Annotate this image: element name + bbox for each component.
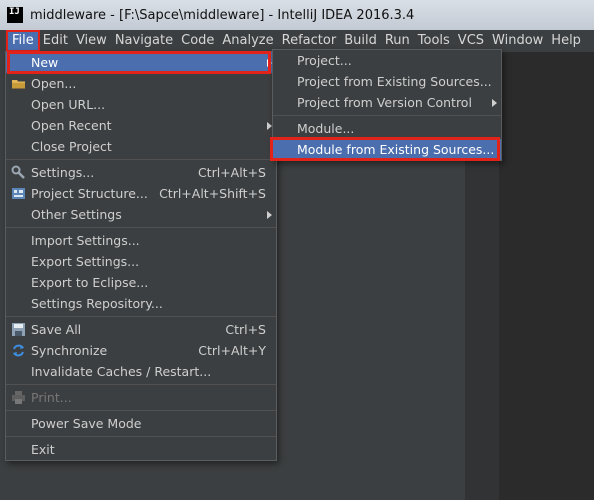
menu-item-other-settings[interactable]: Other Settings bbox=[6, 204, 276, 225]
menu-item-settings[interactable]: Settings... Ctrl+Alt+S bbox=[6, 162, 276, 183]
menu-item-other-settings-label: Other Settings bbox=[31, 207, 122, 222]
submenu-item-module[interactable]: Module... bbox=[273, 118, 501, 139]
menu-item-save-all[interactable]: Save All Ctrl+S bbox=[6, 319, 276, 340]
menu-separator bbox=[273, 115, 501, 116]
menu-separator bbox=[6, 436, 276, 437]
menu-item-import-settings-label: Import Settings... bbox=[31, 233, 140, 248]
menu-item-synchronize[interactable]: Synchronize Ctrl+Alt+Y bbox=[6, 340, 276, 361]
window-title: middleware - [F:\Sapce\middleware] - Int… bbox=[30, 7, 415, 23]
menu-item-open-url-label: Open URL... bbox=[31, 97, 106, 112]
menu-code[interactable]: Code bbox=[177, 31, 218, 51]
project-structure-icon bbox=[11, 186, 26, 201]
intellij-logo-icon: IJ bbox=[7, 7, 23, 23]
menu-item-print-label: Print... bbox=[31, 390, 72, 405]
menu-item-settings-label: Settings... bbox=[31, 165, 95, 180]
editor-area[interactable] bbox=[499, 52, 594, 500]
menu-item-project-structure[interactable]: Project Structure... Ctrl+Alt+Shift+S bbox=[6, 183, 276, 204]
menu-window[interactable]: Window bbox=[488, 31, 547, 51]
menu-refactor[interactable]: Refactor bbox=[278, 31, 341, 51]
menu-item-exit-label: Exit bbox=[31, 442, 55, 457]
shortcut-label: Ctrl+Alt+S bbox=[197, 165, 266, 180]
menu-item-save-all-label: Save All bbox=[31, 322, 82, 337]
menu-run[interactable]: Run bbox=[381, 31, 414, 51]
menu-item-close-project[interactable]: Close Project bbox=[6, 136, 276, 157]
menu-separator bbox=[6, 227, 276, 228]
save-icon bbox=[11, 322, 26, 337]
submenu-item-module-existing[interactable]: Module from Existing Sources... bbox=[273, 139, 501, 160]
menu-item-export-eclipse-label: Export to Eclipse... bbox=[31, 275, 149, 290]
menu-item-open-recent-label: Open Recent bbox=[31, 118, 112, 133]
menu-build[interactable]: Build bbox=[340, 31, 381, 51]
title-bar: IJ middleware - [F:\Sapce\middleware] - … bbox=[0, 0, 594, 31]
menu-file[interactable]: File bbox=[6, 30, 40, 52]
new-submenu: Project... Project from Existing Sources… bbox=[272, 49, 502, 161]
menu-item-settings-repository[interactable]: Settings Repository... bbox=[6, 293, 276, 314]
menu-separator bbox=[6, 159, 276, 160]
submenu-item-project-vcs[interactable]: Project from Version Control bbox=[273, 92, 501, 113]
menu-item-power-save-mode[interactable]: Power Save Mode bbox=[6, 413, 276, 434]
menu-item-exit[interactable]: Exit bbox=[6, 439, 276, 460]
menu-help[interactable]: Help bbox=[547, 31, 585, 51]
menu-item-synchronize-label: Synchronize bbox=[31, 343, 108, 358]
sync-icon bbox=[11, 343, 26, 358]
shortcut-label: Ctrl+S bbox=[225, 322, 266, 337]
menu-view[interactable]: View bbox=[72, 31, 111, 51]
menu-item-open-recent[interactable]: Open Recent bbox=[6, 115, 276, 136]
submenu-arrow-icon bbox=[267, 211, 272, 219]
file-menu: New Open... Open URL... Open Recent Clos… bbox=[5, 51, 277, 461]
submenu-item-project-label: Project... bbox=[297, 53, 352, 68]
menu-tools[interactable]: Tools bbox=[414, 31, 454, 51]
menu-item-new[interactable]: New bbox=[6, 52, 276, 73]
submenu-item-project-existing[interactable]: Project from Existing Sources... bbox=[273, 71, 501, 92]
submenu-item-module-existing-label: Module from Existing Sources... bbox=[297, 142, 495, 157]
menu-item-open-label: Open... bbox=[31, 76, 77, 91]
submenu-item-project-vcs-label: Project from Version Control bbox=[297, 95, 472, 110]
menu-item-export-eclipse[interactable]: Export to Eclipse... bbox=[6, 272, 276, 293]
submenu-item-project-existing-label: Project from Existing Sources... bbox=[297, 74, 492, 89]
menu-item-new-label: New bbox=[31, 55, 59, 70]
printer-icon bbox=[11, 390, 26, 405]
menu-item-open-url[interactable]: Open URL... bbox=[6, 94, 276, 115]
menu-item-import-settings[interactable]: Import Settings... bbox=[6, 230, 276, 251]
menu-item-export-settings[interactable]: Export Settings... bbox=[6, 251, 276, 272]
menu-item-open[interactable]: Open... bbox=[6, 73, 276, 94]
folder-icon bbox=[11, 76, 26, 91]
menu-separator bbox=[6, 384, 276, 385]
menu-edit[interactable]: Edit bbox=[39, 31, 72, 51]
menu-separator bbox=[6, 316, 276, 317]
menu-item-settings-repository-label: Settings Repository... bbox=[31, 296, 163, 311]
shortcut-label: Ctrl+Alt+Y bbox=[198, 343, 266, 358]
wrench-icon bbox=[11, 165, 26, 180]
menu-item-export-settings-label: Export Settings... bbox=[31, 254, 140, 269]
submenu-item-module-label: Module... bbox=[297, 121, 355, 136]
menu-item-print: Print... bbox=[6, 387, 276, 408]
menu-item-project-structure-label: Project Structure... bbox=[31, 186, 148, 201]
submenu-arrow-icon bbox=[492, 99, 497, 107]
menu-vcs[interactable]: VCS bbox=[454, 31, 488, 51]
menu-separator bbox=[6, 410, 276, 411]
menu-item-close-project-label: Close Project bbox=[31, 139, 112, 154]
menu-item-power-save-mode-label: Power Save Mode bbox=[31, 416, 142, 431]
menu-analyze[interactable]: Analyze bbox=[218, 31, 277, 51]
submenu-item-project[interactable]: Project... bbox=[273, 50, 501, 71]
menu-item-invalidate-caches[interactable]: Invalidate Caches / Restart... bbox=[6, 361, 276, 382]
shortcut-label: Ctrl+Alt+Shift+S bbox=[159, 186, 266, 201]
menu-item-invalidate-caches-label: Invalidate Caches / Restart... bbox=[31, 364, 212, 379]
menu-navigate[interactable]: Navigate bbox=[111, 31, 177, 51]
